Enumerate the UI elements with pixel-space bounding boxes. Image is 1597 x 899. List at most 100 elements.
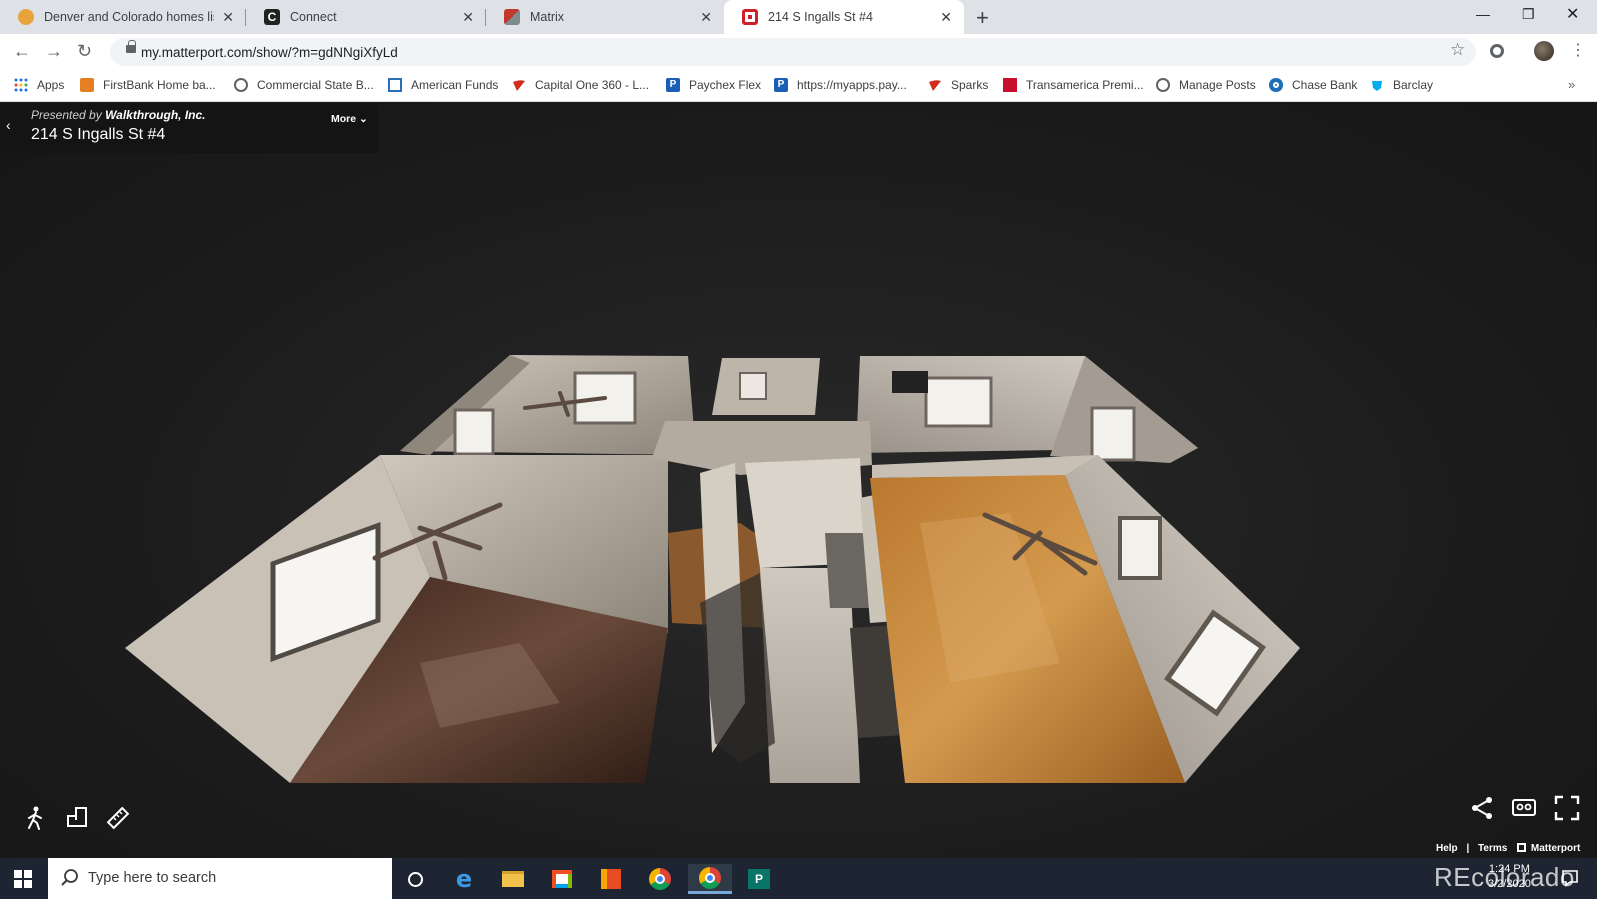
- windows-start-icon[interactable]: [14, 870, 32, 888]
- close-tab-icon[interactable]: ✕: [700, 9, 712, 26]
- edge-browser-icon[interactable]: e: [447, 864, 481, 894]
- bookmark-label: Barclay: [1393, 78, 1434, 92]
- vr-headset-icon[interactable]: [1511, 797, 1537, 819]
- vent: [892, 371, 928, 393]
- file-explorer-icon[interactable]: [496, 864, 530, 894]
- presenter-name[interactable]: Walkthrough, Inc.: [105, 108, 205, 122]
- transamerica-icon: [1003, 78, 1017, 92]
- restore-icon[interactable]: ❐: [1522, 6, 1535, 23]
- tab-strip: Denver and Colorado homes listi ✕ C Conn…: [0, 0, 1597, 34]
- matterport-logo-icon: [1517, 843, 1527, 852]
- apps-grid-icon: [14, 78, 28, 92]
- tab-matterport[interactable]: 214 S Ingalls St #4 ✕: [724, 0, 964, 34]
- office-icon[interactable]: [594, 864, 628, 894]
- tab-title: 214 S Ingalls St #4: [768, 10, 873, 24]
- globe-icon: [234, 78, 248, 92]
- collapse-chevron-icon[interactable]: ‹: [6, 117, 11, 133]
- bookmark-label: Capital One 360 - L...: [535, 78, 650, 92]
- bookmarks-bar: Apps FirstBank Home ba... Commercial Sta…: [0, 70, 1597, 102]
- tab-matrix[interactable]: Matrix ✕: [486, 0, 724, 34]
- window-close-icon[interactable]: ✕: [1566, 4, 1579, 24]
- bookmark-capital-one[interactable]: Capital One 360 - L...: [512, 78, 649, 92]
- presented-prefix: Presented by: [31, 108, 102, 122]
- bookmark-label: Manage Posts: [1179, 78, 1256, 92]
- chase-icon: [1269, 78, 1283, 92]
- bookmark-myapps[interactable]: P https://myapps.pay...: [774, 78, 907, 92]
- microsoft-store-icon[interactable]: [545, 864, 579, 894]
- share-icon[interactable]: [1469, 795, 1495, 821]
- presented-by: Presented by Walkthrough, Inc.: [31, 108, 206, 122]
- help-link[interactable]: Help: [1436, 843, 1458, 854]
- window: [453, 408, 495, 456]
- bookmarks-overflow-icon[interactable]: »: [1568, 77, 1575, 92]
- bookmark-paychex-flex[interactable]: P Paychex Flex: [666, 78, 761, 92]
- bookmark-apps[interactable]: Apps: [14, 78, 64, 92]
- bookmark-label: Sparks: [951, 78, 989, 92]
- minimize-icon[interactable]: —: [1476, 6, 1490, 22]
- more-button[interactable]: More ⌄: [331, 113, 368, 125]
- bookmark-label: Chase Bank: [1292, 78, 1358, 92]
- url-text[interactable]: my.matterport.com/show/?m=gdNNgiXfyLd: [141, 45, 398, 60]
- browser-toolbar: ← → ↻ my.matterport.com/show/?m=gdNNgiXf…: [0, 34, 1597, 70]
- more-label: More: [331, 113, 357, 125]
- cortana-icon[interactable]: [398, 864, 432, 894]
- forward-arrow-icon[interactable]: →: [45, 41, 63, 62]
- connect-favicon: C: [264, 9, 280, 25]
- back-arrow-icon[interactable]: ←: [13, 41, 31, 62]
- bookmark-transamerica[interactable]: Transamerica Premi...: [1003, 78, 1144, 92]
- window: [739, 372, 767, 400]
- chrome-active-window-icon[interactable]: [688, 864, 732, 894]
- bookmark-sparks[interactable]: Sparks: [928, 78, 988, 92]
- search-placeholder: Type here to search: [88, 870, 217, 886]
- walkthrough-person-icon[interactable]: [24, 806, 46, 830]
- extension-icon[interactable]: [1490, 44, 1504, 58]
- windows-taskbar: Type here to search e P 1:24 PM 3/2/2020: [0, 858, 1597, 899]
- bookmark-manage-posts[interactable]: Manage Posts: [1156, 78, 1256, 92]
- bookmark-barclay[interactable]: Barclay: [1370, 78, 1433, 92]
- recolorado-watermark: REcolorado: [1434, 862, 1575, 892]
- profile-avatar[interactable]: [1534, 41, 1554, 61]
- american-funds-icon: [388, 78, 402, 92]
- tab-connect[interactable]: C Connect ✕: [246, 0, 486, 34]
- measure-ruler-icon[interactable]: [106, 806, 130, 830]
- address-bar[interactable]: my.matterport.com/show/?m=gdNNgiXfyLd: [110, 38, 1476, 66]
- globe-icon: [1156, 78, 1170, 92]
- chrome-icon[interactable]: [643, 864, 677, 894]
- close-tab-icon[interactable]: ✕: [462, 9, 474, 26]
- bookmark-label: Transamerica Premi...: [1026, 78, 1144, 92]
- tab-denver-homes[interactable]: Denver and Colorado homes listi ✕: [0, 0, 246, 34]
- window: [1090, 406, 1136, 462]
- viewer-footer: Help | Terms Matterport: [1436, 843, 1580, 854]
- firstbank-icon: [80, 78, 94, 92]
- floorplan-icon[interactable]: [66, 806, 88, 828]
- dollhouse-3d-model[interactable]: [0, 103, 1597, 858]
- taskbar-search-box[interactable]: Type here to search: [48, 858, 392, 899]
- search-icon: [61, 869, 78, 886]
- capital-one-icon: [513, 80, 525, 91]
- close-tab-icon[interactable]: ✕: [940, 9, 952, 26]
- bookmark-chase[interactable]: Chase Bank: [1269, 78, 1357, 92]
- matterport-brand[interactable]: Matterport: [1531, 843, 1580, 854]
- publisher-icon[interactable]: P: [742, 864, 776, 894]
- bookmark-commercial-state[interactable]: Commercial State B...: [234, 78, 374, 92]
- fullscreen-icon[interactable]: [1554, 795, 1580, 821]
- paychex-icon: P: [666, 78, 680, 92]
- matterport-viewer[interactable]: ‹ Presented by Walkthrough, Inc. 214 S I…: [0, 103, 1597, 858]
- new-tab-button[interactable]: +: [976, 5, 989, 31]
- browser-menu-icon[interactable]: ⋮: [1570, 40, 1586, 60]
- tab-title: Connect: [290, 10, 337, 24]
- bookmark-label: Commercial State B...: [257, 78, 374, 92]
- window: [1118, 516, 1162, 580]
- bookmark-label: https://myapps.pay...: [797, 78, 907, 92]
- close-tab-icon[interactable]: ✕: [222, 9, 234, 26]
- denver-homes-favicon: [18, 9, 34, 25]
- matterport-favicon: [742, 9, 758, 25]
- chevron-down-icon: ⌄: [359, 113, 368, 125]
- terms-link[interactable]: Terms: [1478, 843, 1507, 854]
- bookmark-label: American Funds: [411, 78, 499, 92]
- bookmark-american-funds[interactable]: American Funds: [388, 78, 498, 92]
- reload-icon[interactable]: ↻: [77, 41, 92, 62]
- bookmark-star-icon[interactable]: ☆: [1450, 40, 1465, 60]
- bookmark-firstbank[interactable]: FirstBank Home ba...: [80, 78, 216, 92]
- bookmark-label: Paychex Flex: [689, 78, 762, 92]
